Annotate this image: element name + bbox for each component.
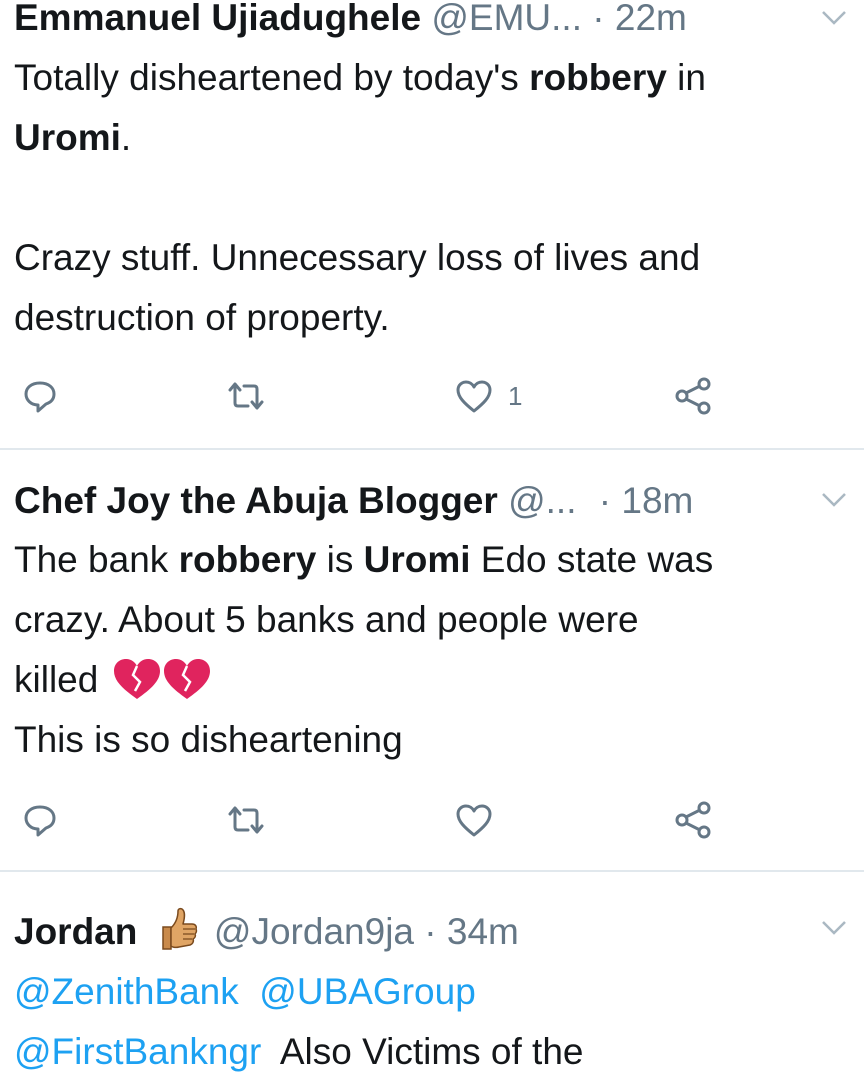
- chevron-down-icon[interactable]: [818, 484, 850, 516]
- tweet-actions: 1: [0, 374, 864, 418]
- share-icon: [675, 377, 711, 415]
- mention-link[interactable]: @UBAGroup: [259, 971, 475, 1012]
- text-line: Crazy stuff. Unnecessary loss of lives a…: [14, 237, 701, 278]
- thumbs-up-icon: [161, 908, 197, 950]
- separator-dot: ·: [598, 480, 612, 521]
- timestamp[interactable]: 34m: [447, 911, 519, 952]
- tweet[interactable]: Emmanuel Ujiadughele @EMU... · 22m Total…: [0, 0, 864, 450]
- mention-link[interactable]: @ZenithBank: [14, 971, 239, 1012]
- like-button[interactable]: 1: [454, 374, 522, 418]
- reply-button[interactable]: [22, 798, 58, 842]
- retweet-icon: [228, 382, 264, 410]
- like-icon: [456, 380, 492, 413]
- tweet-header: Jordan @Jordan9ja · 34m: [14, 908, 519, 956]
- text-line: killed: [14, 650, 858, 710]
- text-line: The bank robbery is Uromi Edo state was: [14, 539, 714, 580]
- tweet[interactable]: Chef Joy the Abuja Blogger @... · 18m Th…: [0, 450, 864, 870]
- tweet-text: Totally disheartened by today's robbery …: [14, 48, 858, 348]
- chevron-down-icon[interactable]: [818, 2, 850, 34]
- share-button[interactable]: [674, 374, 714, 418]
- like-count: 1: [508, 380, 523, 411]
- text-line: Uromi.: [14, 117, 132, 158]
- reply-icon: [24, 381, 56, 413]
- author-handle[interactable]: @EMU...: [431, 0, 582, 38]
- text-line: This is so disheartening: [14, 719, 403, 760]
- timestamp[interactable]: 18m: [621, 480, 693, 521]
- text-line: Totally disheartened by today's robbery …: [14, 57, 706, 98]
- tweet-text-tail: Also Victims of the: [279, 1031, 584, 1072]
- retweet-icon: [228, 806, 264, 834]
- broken-heart-icon: [113, 659, 210, 700]
- chevron-down-icon[interactable]: [818, 912, 850, 944]
- author-name[interactable]: Emmanuel Ujiadughele: [14, 0, 421, 38]
- tweet-header: Chef Joy the Abuja Blogger @... · 18m: [14, 477, 693, 525]
- tweet[interactable]: Jordan @Jordan9ja · 34m @ZenithBank @UBA…: [0, 872, 864, 1080]
- like-button[interactable]: [454, 798, 494, 842]
- text-line: destruction of property.: [14, 297, 390, 338]
- author-name[interactable]: Chef Joy the Abuja Blogger: [14, 480, 498, 521]
- tweet-text: The bank robbery is Uromi Edo state was …: [14, 530, 858, 770]
- author-handle[interactable]: @...: [508, 480, 576, 521]
- tweet-text: @ZenithBank @UBAGroup @FirstBankngr Also…: [14, 962, 858, 1082]
- reply-icon: [24, 805, 56, 837]
- share-button[interactable]: [674, 798, 714, 842]
- mention-link[interactable]: @FirstBankngr: [14, 1031, 261, 1072]
- tweet-header: Emmanuel Ujiadughele @EMU... · 22m: [14, 0, 687, 42]
- separator-dot: ·: [424, 911, 437, 952]
- like-icon: [456, 804, 492, 837]
- share-icon: [675, 801, 711, 839]
- text-line: @ZenithBank @UBAGroup: [14, 962, 858, 1022]
- separator-dot: ·: [592, 0, 605, 38]
- retweet-button[interactable]: [226, 798, 266, 842]
- text-line: crazy. About 5 banks and people were: [14, 599, 639, 640]
- reply-button[interactable]: [22, 374, 58, 418]
- retweet-button[interactable]: [226, 374, 266, 418]
- timestamp[interactable]: 22m: [615, 0, 687, 38]
- tweet-actions: [0, 798, 864, 842]
- author-name[interactable]: Jordan: [14, 911, 137, 952]
- text-line: @FirstBankngr Also Victims of the: [14, 1022, 858, 1082]
- author-handle[interactable]: @Jordan9ja: [214, 911, 414, 952]
